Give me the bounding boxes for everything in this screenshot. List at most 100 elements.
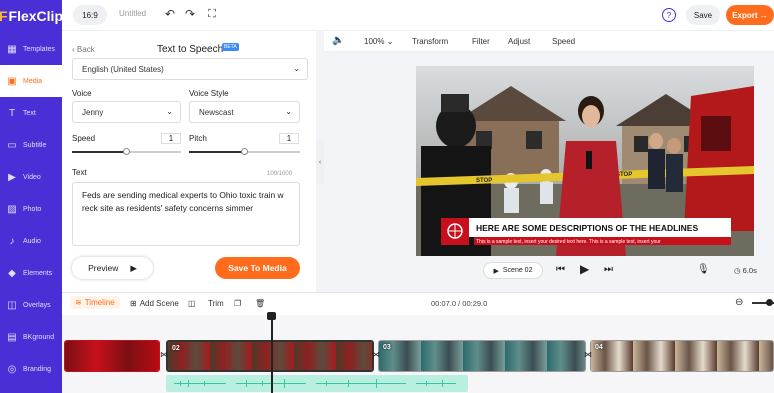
language-value: English (United States) [82, 64, 164, 74]
media-icon: ▣ [7, 75, 17, 87]
language-select[interactable]: English (United States) ⌄ [72, 58, 308, 80]
voice-style-select[interactable]: Newscast ⌄ [189, 101, 300, 123]
audio-track[interactable] [166, 375, 468, 392]
voice-style-label: Voice Style [189, 89, 229, 98]
redo-icon[interactable]: ↷ [183, 7, 197, 21]
play-icon: ▶ [493, 267, 499, 275]
pitch-slider-handle[interactable] [241, 148, 248, 155]
sidebar-item-label: Elements [23, 269, 53, 277]
speed-slider[interactable] [72, 148, 181, 155]
save-button[interactable]: Save [686, 5, 720, 25]
video-preview[interactable]: STOP STOP HERE ARE SOME DESCRIPTIONS OF … [416, 66, 754, 256]
sidebar-item-text[interactable]: T Text [0, 97, 62, 129]
microphone-icon[interactable]: 🎙 [697, 264, 710, 275]
timeline-icon: ≋ [75, 298, 82, 307]
sidebar-item-branding[interactable]: ◎ Branding [0, 353, 62, 385]
scene-duration[interactable]: ◷ 6.0s [734, 266, 757, 275]
playhead-handle[interactable] [267, 312, 276, 320]
trim-button[interactable]: Trim [208, 299, 224, 308]
sidebar-item-label: Media [23, 77, 43, 85]
pitch-slider[interactable] [189, 148, 300, 155]
sidebar-item-elements[interactable]: ◆ Elements [0, 257, 62, 289]
audio-icon: ♪ [9, 235, 15, 247]
volume-icon[interactable]: 🔈 [332, 35, 344, 46]
sidebar-item-label: Templates [23, 45, 55, 53]
photo-icon: ▨ [7, 203, 17, 215]
split-icon[interactable]: ◫ [188, 299, 196, 308]
sidebar-item-video[interactable]: ▶ Video [0, 161, 62, 193]
timeline-tab[interactable]: ≋ Timeline [70, 296, 120, 309]
sidebar-item-label: Video [23, 173, 41, 181]
background-icon: ▤ [7, 331, 17, 343]
sidebar-item-overlays[interactable]: ◫ Overlays [0, 289, 62, 321]
add-scene-label: Add Scene [139, 299, 179, 308]
beta-badge: BETA [222, 43, 239, 51]
chevron-down-icon: ⌄ [293, 64, 300, 73]
branding-icon: ◎ [7, 363, 17, 375]
sidebar-item-templates[interactable]: ▦ Templates [0, 33, 62, 65]
subline-text: This is a sample text, insert your desir… [476, 239, 661, 245]
voice-select[interactable]: Jenny ⌄ [72, 101, 181, 123]
adjust-button[interactable]: Adjust [508, 37, 530, 46]
transform-button[interactable]: Transform [412, 37, 448, 46]
sidebar-item-label: Overlays [23, 301, 51, 309]
voice-value: Jenny [82, 107, 104, 117]
timeline-clip-04[interactable]: 04 [590, 340, 774, 372]
previous-icon[interactable]: ⏮ [556, 264, 565, 275]
save-to-media-button[interactable]: Save To Media [215, 257, 300, 279]
zoom-out-icon[interactable]: ⊖ [735, 297, 743, 308]
speech-text-input[interactable]: Feds are sending medical experts to Ohio… [72, 182, 300, 246]
export-button[interactable]: Export → [726, 5, 774, 25]
sidebar-item-subtitle[interactable]: ▭ Subtitle [0, 129, 62, 161]
transition-icon[interactable]: ⋈ [160, 350, 168, 359]
text-icon: T [8, 107, 16, 119]
timeline-clip-03[interactable]: 03 [378, 340, 586, 372]
play-icon[interactable]: ▶ [580, 262, 589, 276]
transition-icon[interactable]: ⋈ [372, 350, 380, 359]
delete-icon[interactable]: 🗑 [255, 299, 265, 308]
pitch-value[interactable]: 1 [279, 133, 299, 144]
news-scene-illustration: STOP STOP HERE ARE SOME DESCRIPTIONS OF … [416, 66, 754, 256]
duplicate-icon[interactable]: ❐ [234, 299, 241, 308]
sidebar-item-label: Subtitle [23, 141, 47, 149]
sidebar-item-audio[interactable]: ♪ Audio [0, 225, 62, 257]
sidebar-item-photo[interactable]: ▨ Photo [0, 193, 62, 225]
playhead[interactable] [271, 315, 273, 393]
clock-icon: ◷ [734, 266, 741, 275]
filter-button[interactable]: Filter [472, 37, 490, 46]
panel-title: Text to Speech [157, 44, 224, 55]
sidebar-item-bkground[interactable]: ▤ BKground [0, 321, 62, 353]
clip-label: 03 [383, 344, 391, 351]
speed-button[interactable]: Speed [552, 37, 575, 46]
zoom-slider-handle[interactable] [766, 299, 773, 306]
undo-icon[interactable]: ↶ [163, 7, 177, 21]
aspect-ratio-button[interactable]: 16:9 [73, 5, 107, 25]
project-title[interactable]: Untitled [119, 9, 146, 18]
sidebar-item-label: BKground [23, 333, 55, 341]
transition-icon[interactable]: ⋈ [584, 350, 592, 359]
speed-label: Speed [72, 134, 96, 143]
sidebar-item-media[interactable]: ▣ Media [0, 65, 62, 97]
next-icon[interactable]: ⏭ [604, 264, 613, 275]
chevron-down-icon: ⌄ [285, 107, 292, 116]
voice-style-value: Newscast [199, 107, 234, 117]
speed-slider-handle[interactable] [123, 148, 130, 155]
arrow-right-icon: → [759, 10, 768, 20]
timeline-clip-01[interactable] [64, 340, 160, 372]
sidebar-item-label: Audio [23, 237, 41, 245]
scene-label: Scene 02 [502, 267, 533, 274]
audio-waveform [174, 379, 456, 388]
back-button[interactable]: ‹ Back [72, 45, 95, 54]
zoom-select[interactable]: 100% ⌄ [364, 37, 393, 46]
scene-selector[interactable]: ▶ Scene 02 [483, 262, 543, 279]
collapse-panel-handle[interactable]: ‹ [316, 140, 324, 184]
overlays-icon: ◫ [7, 299, 17, 311]
preview-button[interactable]: Preview ▶ [72, 257, 153, 279]
timeline-clip-02[interactable]: 02 [166, 340, 374, 372]
timeline-panel: ≋ Timeline ⊞ Add Scene ◫ Trim ❐ 🗑 00:07.0 … [62, 292, 774, 393]
help-icon[interactable]: ? [662, 8, 676, 22]
add-scene-button[interactable]: ⊞ Add Scene [130, 299, 179, 308]
fullscreen-icon[interactable]: ⛶ [205, 7, 219, 21]
speed-value[interactable]: 1 [161, 133, 181, 144]
timeline-label: Timeline [84, 298, 115, 307]
